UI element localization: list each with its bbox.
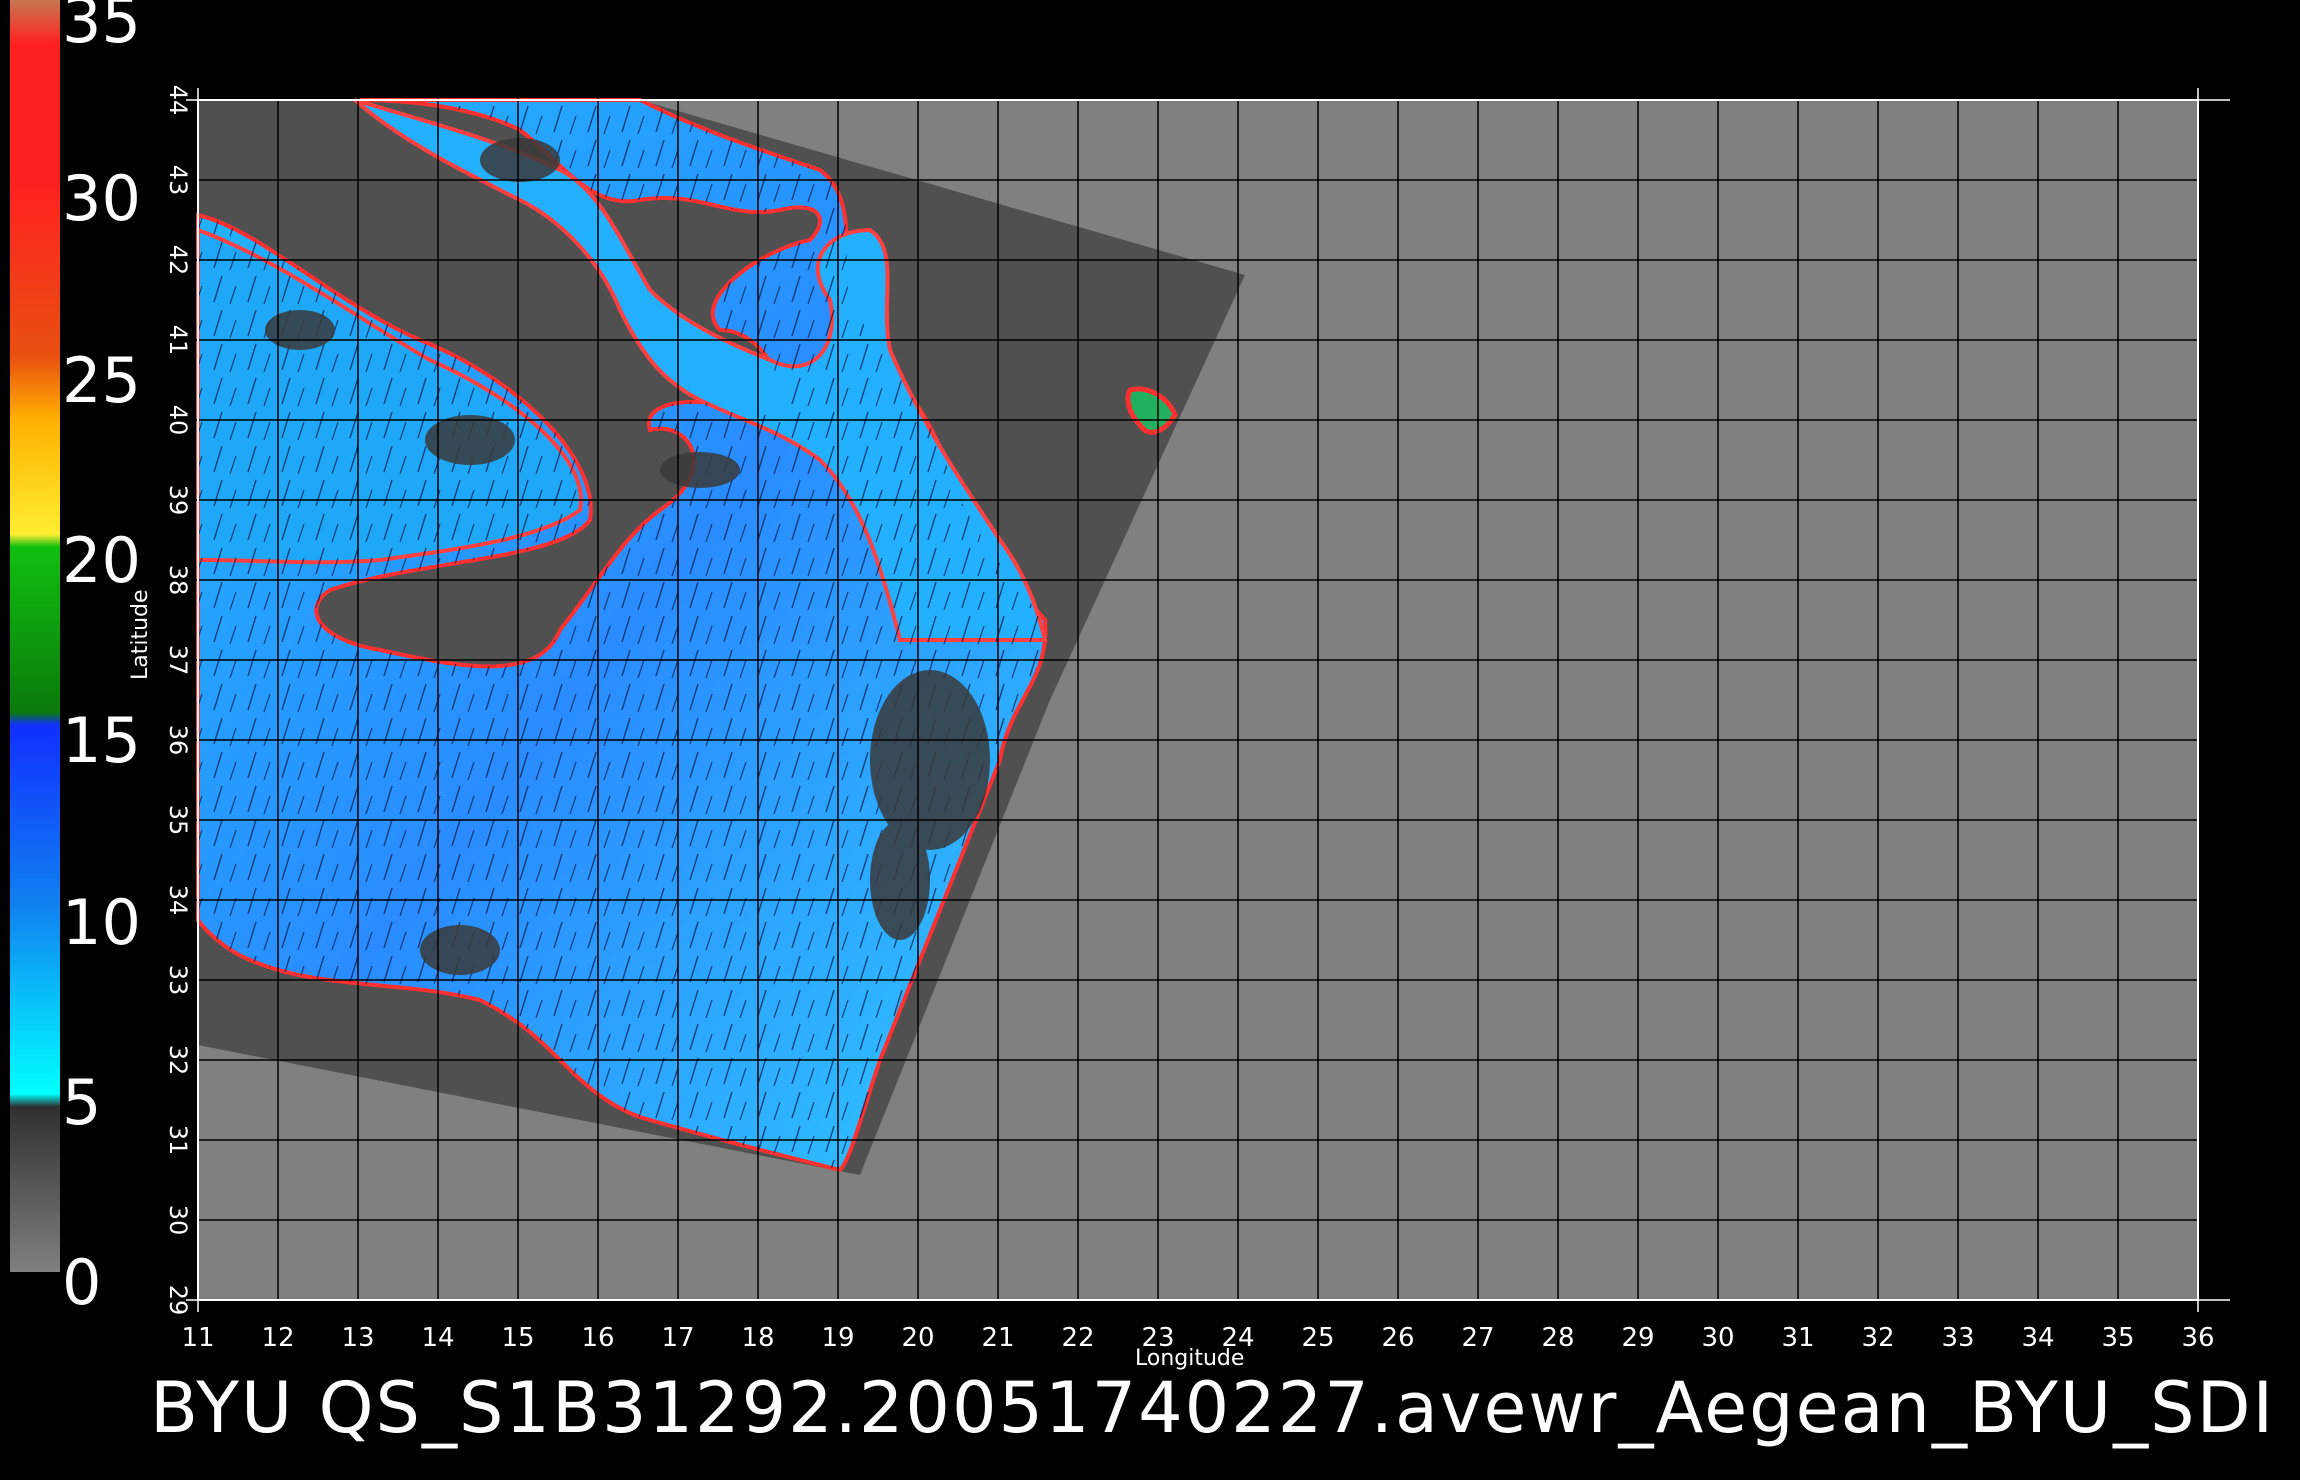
x-tick-label: 27: [1461, 1323, 1494, 1353]
colorbar-tick-label: 25: [62, 344, 141, 417]
x-tick-label: 21: [981, 1323, 1014, 1353]
y-tick-label: 32: [164, 1045, 192, 1076]
x-tick-label: 35: [2101, 1323, 2134, 1353]
x-tick-label: 11: [181, 1323, 214, 1353]
x-tick-label: 25: [1301, 1323, 1334, 1353]
colorbar-tick-label: 5: [62, 1066, 102, 1139]
y-tick-label: 42: [164, 245, 192, 276]
y-tick-label: 35: [164, 805, 192, 836]
x-tick-label: 22: [1061, 1323, 1094, 1353]
y-tick-label: 41: [164, 325, 192, 356]
colorbar: [10, 0, 60, 1272]
x-tick-label: 18: [741, 1323, 774, 1353]
colorbar-tick-label: 0: [62, 1246, 102, 1319]
x-tick-label: 26: [1381, 1323, 1414, 1353]
y-tick-label: 33: [164, 965, 192, 996]
map-plot: 11 12 13 14 15 16 17 18 19 20 21 22 23 24 25 26 27 28 29 30…: [10, 0, 2230, 1353]
y-tick-label: 40: [164, 405, 192, 436]
colorbar-tick-label: 35: [62, 0, 141, 57]
y-tick-label: 30: [164, 1205, 192, 1236]
x-tick-label: 17: [661, 1323, 694, 1353]
x-tick-label: 29: [1621, 1323, 1654, 1353]
x-tick-label: 36: [2181, 1323, 2214, 1353]
colorbar-tick-label: 20: [62, 524, 141, 597]
x-tick-label: 34: [2021, 1323, 2054, 1353]
y-tick-label: 39: [164, 485, 192, 516]
x-tick-label: 14: [421, 1323, 454, 1353]
y-tick-label: 38: [164, 565, 192, 596]
colorbar-tick-label: 10: [62, 886, 141, 959]
wind-map-figure: 11 12 13 14 15 16 17 18 19 20 21 22 23 24 25 26 27 28 29 30…: [0, 0, 2300, 1480]
x-tick-label: 31: [1781, 1323, 1814, 1353]
image-caption: BYU QS_S1B31292.20051740227.avewr_Aegean…: [150, 1367, 2276, 1449]
colorbar-tick-label: 15: [62, 704, 141, 777]
x-tick-label: 12: [261, 1323, 294, 1353]
x-tick-label: 30: [1701, 1323, 1734, 1353]
x-tick-label: 16: [581, 1323, 614, 1353]
y-tick-label: 44: [164, 85, 192, 116]
y-tick-label: 29: [164, 1285, 192, 1316]
y-tick-label: 43: [164, 165, 192, 196]
x-tick-label: 28: [1541, 1323, 1574, 1353]
x-tick-label: 15: [501, 1323, 534, 1353]
x-tick-label: 20: [901, 1323, 934, 1353]
colorbar-tick-label: 30: [62, 162, 141, 235]
y-tick-label: 36: [164, 725, 192, 756]
x-tick-label: 19: [821, 1323, 854, 1353]
y-axis-title: Latitude: [128, 589, 153, 680]
x-tick-label: 33: [1941, 1323, 1974, 1353]
y-tick-labels: 29 30 31 32 33 34 35 36 37 38 39 40 41 42 43 44: [164, 85, 192, 1316]
y-tick-label: 34: [164, 885, 192, 916]
x-tick-label: 32: [1861, 1323, 1894, 1353]
y-tick-label: 37: [164, 645, 192, 676]
y-tick-label: 31: [164, 1125, 192, 1156]
x-tick-label: 13: [341, 1323, 374, 1353]
